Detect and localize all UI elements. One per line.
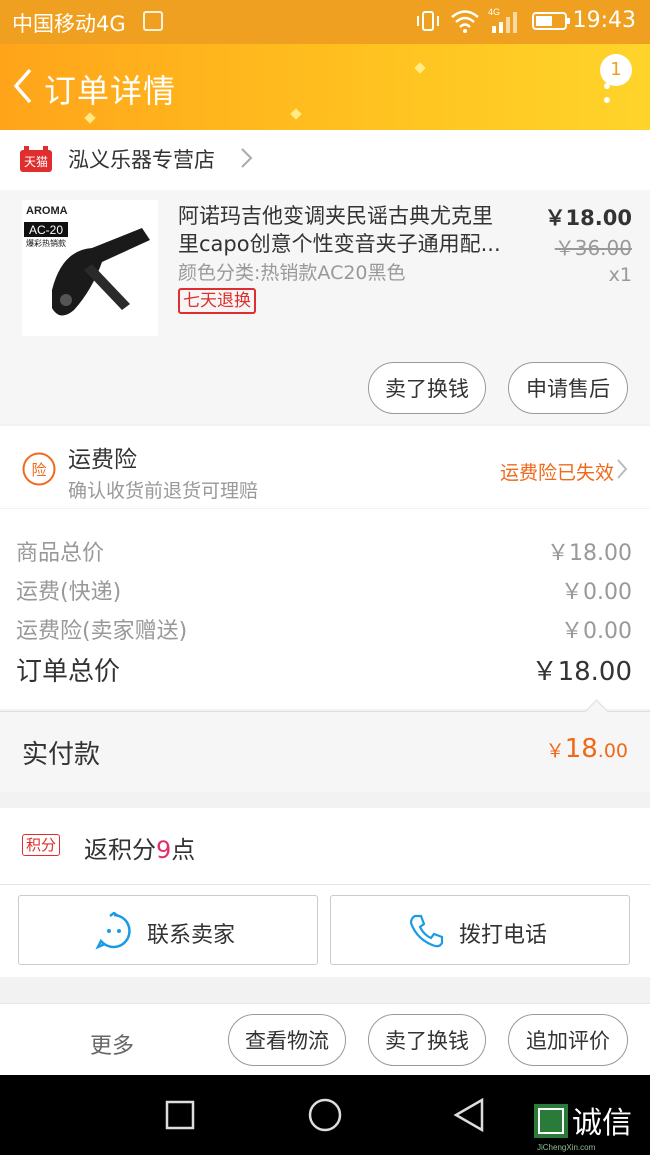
app-header: 订单详情 1 [0,44,650,130]
product-title[interactable]: 阿诺玛吉他变调夹民谣古典尤克里 里capo创意个性变音夹子通用配... [178,202,533,258]
network-type-label: 4G [488,7,500,17]
bottom-action-bar: 更多 查看物流 卖了换钱 追加评价 [0,1003,650,1076]
watermark-logo: 诚信 JiChengXin.com [534,1104,632,1152]
shipping-label: 运费(快递) [16,580,122,605]
contact-actions: 联系卖家 拨打电话 [0,884,650,977]
insurance-fee-value: ￥0.00 [561,619,632,644]
view-logistics-button[interactable]: 查看物流 [228,1014,346,1066]
product-title-line1: 阿诺玛吉他变调夹民谣古典尤克里 [178,204,493,228]
product-image[interactable]: AROMA AC-20 爆彩热销款 [22,200,158,336]
resell-button-bottom[interactable]: 卖了换钱 [368,1014,486,1066]
back-nav-icon[interactable] [452,1097,486,1133]
watermark-url: JiChengXin.com [537,1143,596,1152]
battery-icon [532,12,570,30]
watermark-text: 诚信 [572,1106,632,1141]
points-tag: 积分 [22,834,61,856]
chevron-right-icon [241,148,253,168]
store-name[interactable]: 泓义乐器专营店 [68,144,215,174]
insurance-subtitle: 确认收货前退货可理赔 [68,480,259,502]
decor-star [414,62,426,74]
return-policy-tag: 七天退换 [178,288,256,314]
chat-icon [95,912,131,950]
signal-icon: 4G [488,7,517,33]
points-suffix: 点 [171,836,196,864]
paid-amount-row: 实付款 ￥18.00 [0,699,650,792]
add-review-button[interactable]: 追加评价 [508,1014,628,1066]
points-prefix: 返积分 [84,836,156,864]
paid-amount: ￥18.00 [546,734,628,764]
product-title-line2: 里capo创意个性变音夹子通用配... [178,232,501,256]
carrier-label: 中国移动4G [12,12,126,36]
points-count: 9 [156,836,172,864]
insurance-title: 运费险 [68,447,137,473]
contact-seller-button[interactable]: 联系卖家 [18,895,318,965]
insurance-status[interactable]: 运费险已失效 [500,458,614,485]
clock: 19:43 [572,8,636,33]
product-image-model: AC-20 [29,223,63,237]
paid-currency: ￥ [545,740,565,762]
page-title: 订单详情 [44,72,177,110]
order-total-label: 订单总价 [16,657,121,687]
price-summary: 商品总价 ￥18.00 运费(快递) ￥0.00 运费险(卖家赠送) ￥0.00… [0,509,650,709]
product-image-brand: AROMA [26,205,68,217]
shipping-value: ￥0.00 [561,580,632,605]
subtotal-value: ￥18.00 [547,541,632,566]
chevron-right-icon [617,459,628,479]
phone-icon [409,914,444,948]
paid-label: 实付款 [22,740,101,770]
insurance-icon: 险 [22,452,56,486]
after-sales-button[interactable]: 申请售后 [508,362,628,414]
order-total-value: ￥18.00 [531,657,632,687]
more-button[interactable]: 更多 [90,1028,134,1060]
resell-button[interactable]: 卖了换钱 [368,362,486,414]
quantity: x1 [608,264,632,286]
product-price: ￥18.00 [544,206,632,230]
original-price: ￥36.00 [554,236,632,260]
product-card[interactable]: AROMA AC-20 爆彩热销款 阿诺玛吉他变调夹民谣古典尤克里 里capo创… [0,190,650,424]
wifi-icon [451,10,479,33]
tmall-icon: 天猫 [20,146,52,172]
store-row[interactable]: 天猫 泓义乐器专营店 [0,130,650,190]
insurance-fee-label: 运费险(卖家赠送) [16,619,188,644]
product-variant: 颜色分类:热销款AC20黑色 [178,262,406,284]
vibrate-icon [417,11,439,31]
insurance-icon-char: 险 [31,461,46,479]
platform-badge-label: 天猫 [24,155,48,169]
back-arrow-icon[interactable] [10,66,36,106]
contact-seller-label: 联系卖家 [147,923,236,948]
paid-amount-int: 18 [564,734,598,764]
recent-apps-icon[interactable] [164,1099,196,1131]
call-label: 拨打电话 [459,923,548,948]
product-image-tagline: 爆彩热销款 [26,238,66,248]
shipping-insurance-row[interactable]: 险 运费险 确认收货前退货可理赔 运费险已失效 [0,426,650,508]
status-bar: 中国移动4G 4G 19:43 [0,0,650,44]
image-notification-icon [143,11,163,31]
decor-star [290,108,302,120]
subtotal-label: 商品总价 [16,541,105,566]
points-row: 积分 返积分9点 [0,808,650,884]
home-icon[interactable] [307,1097,343,1133]
points-text: 返积分9点 [84,830,195,865]
call-button[interactable]: 拨打电话 [330,895,630,965]
decor-star [84,112,96,124]
paid-amount-dec: .00 [597,740,628,762]
more-options-icon[interactable] [600,78,614,112]
